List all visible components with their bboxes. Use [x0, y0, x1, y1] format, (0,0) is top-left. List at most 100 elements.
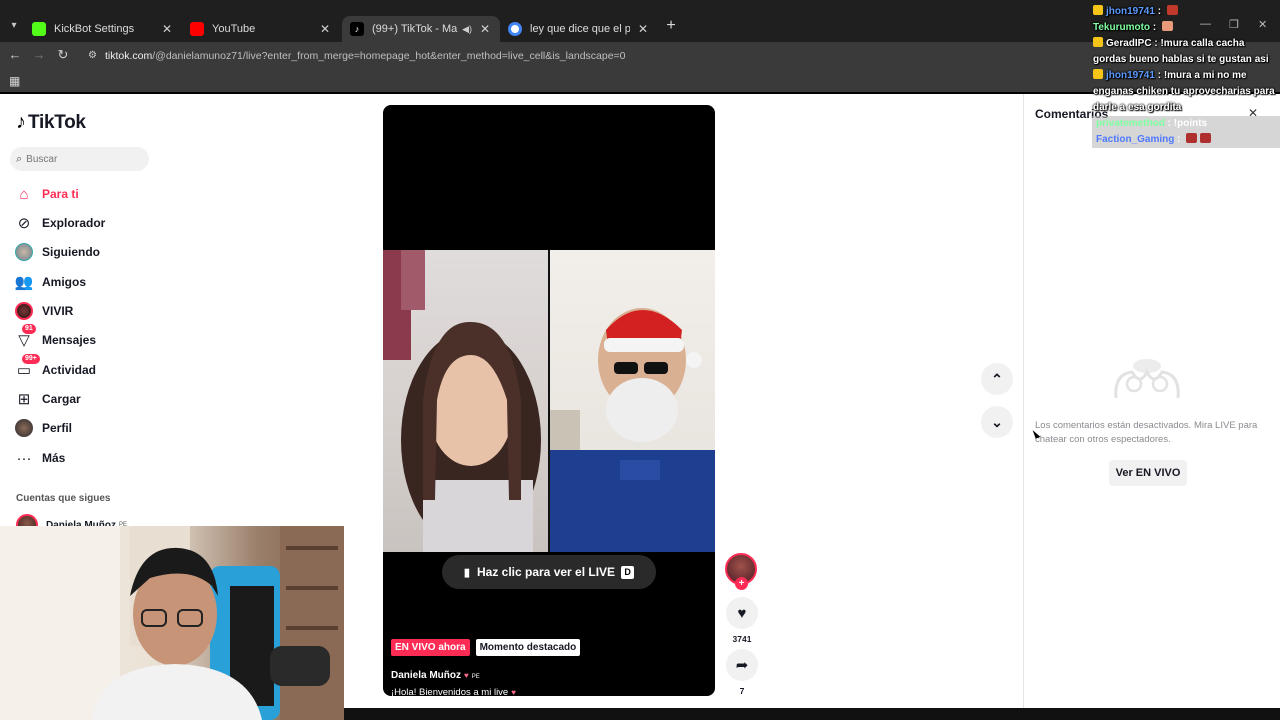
nav-label: Mensajes [42, 333, 97, 347]
search-box[interactable]: ⌕ [10, 147, 149, 171]
nav-cargar[interactable]: ⊞ Cargar [14, 387, 81, 411]
youtube-favicon-icon [190, 22, 204, 36]
streamer-feed-left [383, 250, 548, 552]
tiktok-logo[interactable]: ♪ TikTok [16, 111, 86, 134]
screen-root: { "browser": { "tabs": [ {"label": "Kick… [0, 0, 1280, 720]
tiktok-note-icon: ♪ [16, 111, 26, 133]
video-tags: EN VIVO ahora Momento destacado [391, 639, 581, 656]
description-text: ¡Hola! Bienvenidos a mi live [391, 687, 509, 696]
apps-grid-icon[interactable]: ▦ [9, 74, 20, 88]
chat-message: Faction_Gaming : [1092, 132, 1280, 148]
nav-siguiendo[interactable]: Siguiendo [14, 240, 100, 264]
comments-panel: Comentarios Los comentarios están desact… [1023, 94, 1280, 708]
nav-label: Actividad [42, 363, 97, 377]
back-icon[interactable]: ← [6, 47, 24, 62]
compass-icon: ⊘ [17, 215, 31, 232]
webcam-image [0, 526, 344, 720]
new-tab-button[interactable]: + [662, 17, 680, 35]
tiktok-favicon-icon: ♪ [350, 22, 364, 36]
bookmarks-bar: ▦ [0, 70, 1280, 92]
tab-search-icon[interactable]: ▾ [6, 18, 22, 34]
chat-username: Tekurumoto [1093, 22, 1151, 33]
chat-username: Faction_Gaming [1096, 134, 1175, 145]
logo-text: TikTok [28, 111, 86, 133]
audio-playing-icon[interactable]: ◀) [462, 24, 472, 35]
nav-perfil[interactable]: Perfil [14, 416, 72, 440]
follow-plus-icon[interactable]: + [735, 577, 748, 590]
tab-label: KickBot Settings [54, 23, 135, 35]
chat-username: jhon19741 [1106, 6, 1155, 17]
google-favicon-icon [508, 22, 522, 36]
watch-live-button-secondary[interactable]: Ver EN VIVO [1109, 460, 1187, 486]
tab-tiktok[interactable]: ♪ (99+) TikTok - Make Your Day ◀) ✕ [342, 16, 500, 42]
comments-disabled-message: Los comentarios están desactivados. Mira… [1035, 420, 1258, 445]
stream-chat-overlay: jhon19741 : Tekurumoto : GeradIPC : !mur… [1092, 4, 1280, 148]
search-icon: ⌕ [16, 152, 23, 165]
next-video-chevron-down-icon[interactable]: ⌄ [981, 406, 1013, 438]
share-icon[interactable]: ➦ [726, 649, 758, 681]
message-icon: ▽ 91 [14, 324, 36, 350]
author-name: Daniela Muñoz [391, 670, 462, 681]
nav-actividad[interactable]: ▭ 99+ Actividad [14, 354, 97, 382]
nav-label: Para ti [42, 187, 79, 201]
like-heart-icon[interactable]: ♥ [726, 597, 758, 629]
streamer-webcam [0, 526, 344, 720]
nav-mensajes[interactable]: ▽ 91 Mensajes [14, 324, 97, 352]
profile-avatar [14, 418, 34, 438]
tab-label: YouTube [212, 23, 256, 35]
subscriber-badge-icon [1093, 69, 1103, 79]
nav-mas[interactable]: ··· Más [14, 446, 66, 470]
tab-close-icon[interactable]: ✕ [318, 22, 332, 36]
signal-bars-icon: ▮ [463, 566, 470, 579]
close-icon[interactable]: ✕ [1248, 106, 1258, 120]
nav-label: Explorador [42, 216, 106, 230]
upload-icon: ⊞ [17, 391, 31, 408]
streamer-girl-image [383, 250, 541, 552]
nav-para-ti[interactable]: ⌂ Para ti [14, 182, 79, 206]
search-input[interactable] [26, 153, 137, 165]
chat-message: GeradIPC : !mura calla cacha gordas buen… [1093, 37, 1269, 65]
heart-emoji-icon: ♥ [511, 688, 516, 696]
more-icon: ··· [16, 449, 32, 467]
browser-tabstrip: ▾ KickBot Settings ✕ YouTube ✕ ♪ (99+) T… [0, 0, 1280, 42]
emote-icon [1186, 133, 1198, 143]
nav-vivir[interactable]: VIVIR [14, 299, 73, 323]
santa-filter-streamer-image [550, 308, 715, 552]
tab-close-icon[interactable]: ✕ [478, 22, 492, 36]
friends-icon: 👥 [14, 274, 34, 291]
home-icon: ⌂ [19, 185, 29, 203]
tab-close-icon[interactable]: ✕ [160, 22, 174, 36]
nav-label: Perfil [42, 421, 73, 435]
tab-kickbot[interactable]: KickBot Settings ✕ [24, 16, 182, 42]
site-info-icon[interactable]: ⚙ [88, 50, 100, 62]
tab-close-icon[interactable]: ✕ [636, 22, 650, 36]
live-now-badge[interactable]: EN VIVO ahora [391, 639, 470, 656]
tab-label: ley que dice que el peaton tiene [530, 23, 630, 35]
url-field[interactable]: tiktok.com/@danielamunoz71/live?enter_fr… [105, 50, 626, 62]
live-video-player[interactable]: ▮ Haz clic para ver el LIVE D EN VIVO ah… [383, 105, 715, 696]
nav-label: VIVIR [42, 304, 74, 318]
emote-icon [1161, 21, 1173, 31]
tab-youtube[interactable]: YouTube ✕ [182, 16, 340, 42]
nav-amigos[interactable]: 👥 Amigos [14, 270, 86, 294]
video-author[interactable]: Daniela Muñoz ♥ PE [391, 670, 480, 681]
nav-explorador[interactable]: ⊘ Explorador [14, 211, 106, 235]
url-host: tiktok.com [105, 50, 153, 62]
subscriber-badge-icon [1093, 37, 1103, 47]
forward-icon[interactable]: → [30, 47, 48, 62]
previous-video-chevron-up-icon[interactable]: ⌃ [981, 363, 1013, 395]
live-feed [383, 250, 715, 552]
chat-text: !points [1173, 118, 1208, 129]
chat-message: Tekurumoto : [1092, 20, 1280, 36]
emote-icon [1166, 5, 1178, 15]
reload-icon[interactable]: ↻ [54, 47, 72, 63]
tab-google[interactable]: ley que dice que el peaton tiene ✕ [500, 16, 658, 42]
share-count: 7 [739, 686, 745, 696]
cta-label: Haz clic para ver el LIVE [476, 565, 616, 579]
live-avatar [14, 301, 34, 321]
comments-disabled-illustration [1114, 359, 1180, 399]
emote-icon [1200, 133, 1212, 143]
highlight-badge[interactable]: Momento destacado [475, 639, 581, 656]
watch-live-button[interactable]: ▮ Haz clic para ver el LIVE D [442, 555, 656, 589]
tab-label: (99+) TikTok - Make Your Day [372, 23, 458, 35]
